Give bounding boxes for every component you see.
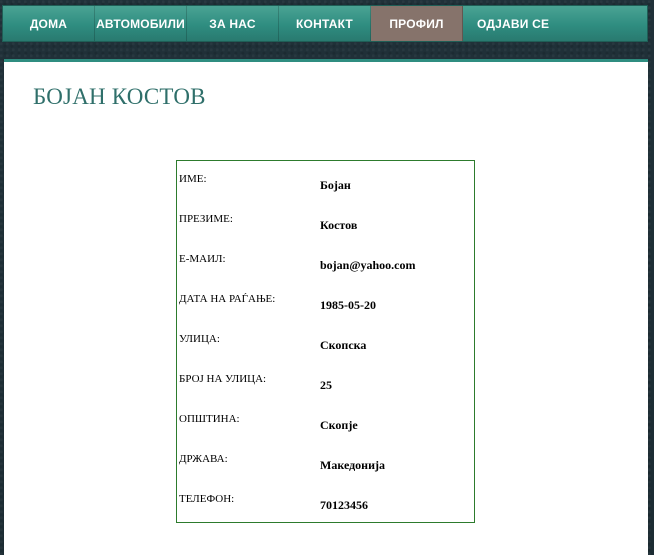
nav-item-about[interactable]: ЗА НАС [187, 6, 279, 41]
field-label-phone: ТЕЛЕФОН: [179, 493, 235, 505]
field-label-street-number: БРОЈ НА УЛИЦА: [179, 373, 267, 385]
field-label-email: Е-МАИЛ: [179, 253, 226, 265]
table-row: ДРЖАВА: Македонија [177, 441, 474, 481]
field-label-municipality: ОПШТИНА: [179, 413, 240, 425]
field-label-last-name: ПРЕЗИМЕ: [179, 213, 233, 225]
field-label-first-name: ИМЕ: [179, 173, 207, 185]
table-row: ПРЕЗИМЕ: Костов [177, 201, 474, 241]
table-row: УЛИЦА: Скопска [177, 321, 474, 361]
table-row: БРОЈ НА УЛИЦА: 25 [177, 361, 474, 401]
field-value-municipality: Скопје [320, 418, 358, 432]
nav-item-home[interactable]: ДОМА [3, 6, 95, 41]
field-label-country: ДРЖАВА: [179, 453, 228, 465]
table-row: ТЕЛЕФОН: 70123456 [177, 481, 474, 521]
table-row: ИМЕ: Бојан [177, 161, 474, 201]
table-row: ДАТА НА РАЃАЊЕ: 1985-05-20 [177, 281, 474, 321]
field-value-street-number: 25 [320, 378, 332, 392]
field-label-birth-date: ДАТА НА РАЃАЊЕ: [179, 293, 276, 305]
nav-item-contact[interactable]: КОНТАКТ [279, 6, 371, 41]
table-row: Е-МАИЛ: bojan@yahoo.com [177, 241, 474, 281]
field-value-country: Македонија [320, 458, 386, 472]
field-value-street: Скопска [320, 338, 367, 352]
table-row: ОПШТИНА: Скопје [177, 401, 474, 441]
nav-item-logout[interactable]: ОДЈАВИ СЕ [463, 6, 647, 41]
nav-item-cars[interactable]: АВТОМОБИЛИ [95, 6, 187, 41]
nav-item-profile[interactable]: ПРОФИЛ [371, 6, 463, 41]
content-panel: БОЈАН КОСТОВ ИМЕ: Бојан ПРЕЗИМЕ: Костов … [4, 59, 648, 555]
field-value-email: bojan@yahoo.com [320, 258, 416, 272]
field-value-phone: 70123456 [320, 498, 368, 512]
profile-info-table: ИМЕ: Бојан ПРЕЗИМЕ: Костов Е-МАИЛ: bojan… [176, 160, 475, 523]
field-value-birth-date: 1985-05-20 [320, 298, 376, 312]
main-nav: ДОМА АВТОМОБИЛИ ЗА НАС КОНТАКТ ПРОФИЛ ОД… [2, 5, 648, 42]
field-value-last-name: Костов [320, 218, 358, 232]
field-label-street: УЛИЦА: [179, 333, 220, 345]
field-value-first-name: Бојан [320, 178, 351, 192]
page-title: БОЈАН КОСТОВ [33, 84, 206, 109]
